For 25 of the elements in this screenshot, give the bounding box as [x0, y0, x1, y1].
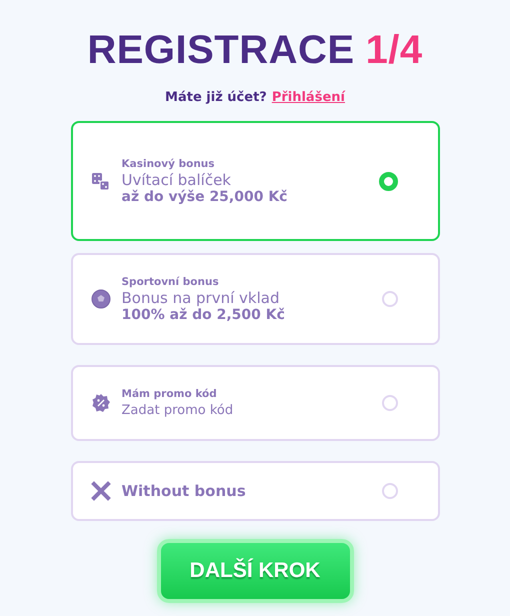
bonus-label: Kasinový bonus: [122, 158, 216, 170]
bonus-option[interactable]: Mám promo kód Zadat promo kód: [70, 365, 440, 441]
login-prompt: Máte již účet?: [165, 90, 267, 105]
page-title: REGISTRACE: [87, 27, 355, 74]
step-counter: 1/4: [366, 27, 423, 74]
login-link[interactable]: Přihlášení: [272, 90, 345, 105]
ball-icon: [90, 289, 110, 309]
bonus-option[interactable]: Kasinový bonus Uvítací balíček až do výše 25,000 Kč: [70, 121, 440, 241]
bonus-option[interactable]: Sportovní bonus Bonus na první vklad 100% až do 2,500 Kč: [70, 253, 440, 345]
bonus-title: Without bonus: [122, 482, 247, 500]
percent-badge-icon: [90, 393, 110, 413]
bonus-amount: až do výše 25,000 Kč: [122, 188, 288, 204]
bonus-title: Uvítací balíček: [122, 170, 232, 188]
radio-button[interactable]: [382, 483, 398, 499]
dice-icon: [90, 171, 110, 191]
bonus-label: Mám promo kód: [122, 388, 218, 400]
radio-button[interactable]: [382, 291, 398, 307]
cross-icon: [90, 481, 110, 501]
radio-button[interactable]: [382, 395, 398, 411]
bonus-label: Sportovní bonus: [122, 276, 220, 288]
promo-code-field[interactable]: Zadat promo kód: [122, 403, 302, 418]
bonus-option[interactable]: Without bonus: [70, 461, 440, 521]
radio-button[interactable]: [378, 172, 398, 190]
bonus-amount: 100% až do 2,500 Kč: [122, 306, 286, 322]
bonus-title: Bonus na první vklad: [122, 288, 280, 306]
